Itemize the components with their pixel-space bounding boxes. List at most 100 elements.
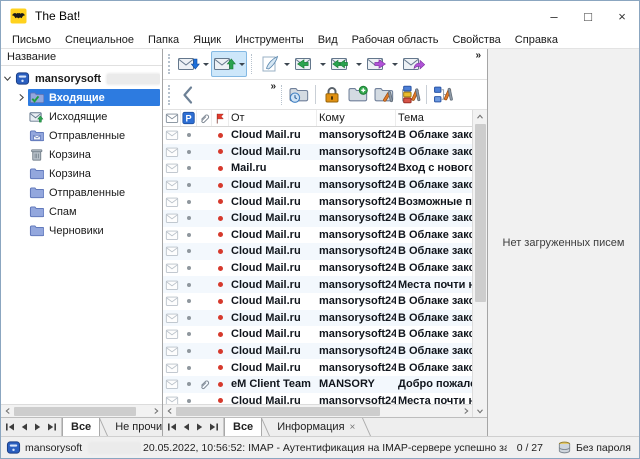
tree-tools-button[interactable] bbox=[430, 83, 456, 107]
menu-item-5[interactable]: Вид bbox=[311, 34, 345, 46]
next-tab-icon[interactable] bbox=[32, 421, 44, 433]
message-row-4[interactable]: Cloud Mail.rumansorysoft24...В Облаке за… bbox=[163, 177, 472, 194]
toolbar-drag-handle[interactable] bbox=[168, 54, 170, 74]
prev-tab-icon[interactable] bbox=[180, 421, 192, 433]
compose-button-dropdown[interactable] bbox=[282, 52, 291, 76]
account-row[interactable]: mansorysoft bbox=[1, 69, 162, 88]
column-to[interactable]: Кому bbox=[317, 110, 396, 126]
menu-item-4[interactable]: Инструменты bbox=[228, 34, 311, 46]
message-row-6[interactable]: Cloud Mail.rumansorysoft24...В Облаке за… bbox=[163, 210, 472, 227]
toolbar-overflow-chevron[interactable]: » bbox=[270, 81, 275, 92]
folder-clock-button[interactable] bbox=[286, 83, 312, 107]
vscroll-thumb[interactable] bbox=[475, 124, 486, 302]
scroll-left-icon[interactable] bbox=[163, 405, 176, 417]
message-row-15[interactable]: Cloud Mail.rumansorysoft24...В Облаке за… bbox=[163, 359, 472, 376]
message-row-14[interactable]: Cloud Mail.rumansorysoft24...В Облаке за… bbox=[163, 343, 472, 360]
folder-row-отправленные[interactable]: Отправленные bbox=[1, 183, 162, 202]
folder-column-header[interactable]: Название bbox=[1, 49, 162, 66]
toolbar-overflow-chevron[interactable]: » bbox=[475, 50, 480, 61]
folder-item[interactable]: Входящие bbox=[28, 89, 160, 106]
redirect-button[interactable] bbox=[400, 51, 427, 77]
reply-all-button-dropdown[interactable] bbox=[354, 52, 363, 76]
reply-button-dropdown[interactable] bbox=[318, 52, 327, 76]
lock-button[interactable] bbox=[319, 83, 345, 107]
scroll-up-icon[interactable] bbox=[475, 110, 485, 123]
folder-item[interactable]: Корзина bbox=[28, 165, 160, 182]
column-envelope-icon[interactable] bbox=[163, 110, 181, 126]
compose-button[interactable] bbox=[256, 51, 292, 77]
message-row-3[interactable]: Mail.rumansorysoft24...Вход с нового у bbox=[163, 160, 472, 177]
column-attachment-icon[interactable] bbox=[197, 110, 212, 126]
menu-item-6[interactable]: Рабочая область bbox=[345, 34, 446, 46]
folder-row-входящие[interactable]: Входящие bbox=[1, 88, 162, 107]
menu-item-7[interactable]: Свойства bbox=[445, 34, 507, 46]
folder-item[interactable]: Исходящие bbox=[28, 108, 160, 125]
folder-row-исходящие[interactable]: Исходящие bbox=[1, 107, 162, 126]
prev-tab-icon[interactable] bbox=[18, 421, 30, 433]
message-row-10[interactable]: Cloud Mail.rumansorysoft24...Места почти… bbox=[163, 276, 472, 293]
menu-item-0[interactable]: Письмо bbox=[5, 34, 58, 46]
tab-информация[interactable]: Информация× bbox=[269, 418, 363, 436]
folder-item[interactable]: mansorysoft bbox=[14, 70, 160, 87]
hscroll-thumb[interactable] bbox=[176, 407, 380, 416]
message-row-17[interactable]: Cloud Mail.rumansorysoft24...Места почти… bbox=[163, 393, 472, 405]
back-button[interactable]: » bbox=[175, 82, 277, 108]
folder-row-спам[interactable]: Спам bbox=[1, 202, 162, 221]
message-row-9[interactable]: Cloud Mail.rumansorysoft24...В Облаке за… bbox=[163, 260, 472, 277]
column-flag-icon[interactable] bbox=[212, 110, 229, 126]
message-row-11[interactable]: Cloud Mail.rumansorysoft24...В Облаке за… bbox=[163, 293, 472, 310]
folder-item[interactable]: Отправленные bbox=[28, 184, 160, 201]
folder-panel-hscrollbar[interactable] bbox=[1, 404, 162, 417]
folder-tools-button[interactable] bbox=[371, 83, 397, 107]
expander-down-icon[interactable] bbox=[1, 73, 14, 84]
hscroll-thumb[interactable] bbox=[14, 407, 136, 416]
expander-right-icon[interactable] bbox=[15, 92, 28, 103]
forward-button-dropdown[interactable] bbox=[390, 52, 399, 76]
last-tab-icon[interactable] bbox=[208, 421, 220, 433]
message-row-2[interactable]: Cloud Mail.rumansorysoft24...В Облаке за… bbox=[163, 144, 472, 161]
message-list-hscrollbar[interactable] bbox=[163, 404, 472, 417]
tab-все[interactable]: Все bbox=[224, 418, 262, 436]
scroll-left-icon[interactable] bbox=[1, 405, 14, 417]
minimize-button[interactable]: – bbox=[537, 1, 571, 31]
send-mail-button-dropdown[interactable] bbox=[237, 52, 246, 76]
maximize-button[interactable]: □ bbox=[571, 1, 605, 31]
scroll-right-icon[interactable] bbox=[149, 405, 162, 417]
message-row-13[interactable]: Cloud Mail.rumansorysoft24...В Облаке за… bbox=[163, 326, 472, 343]
get-mail-button[interactable] bbox=[175, 51, 211, 77]
folder-item[interactable]: Корзина bbox=[28, 146, 160, 163]
menu-item-2[interactable]: Папка bbox=[141, 34, 186, 46]
toolbar-drag-handle[interactable] bbox=[168, 85, 170, 105]
folder-item[interactable]: Черновики bbox=[28, 222, 160, 239]
first-tab-icon[interactable] bbox=[4, 421, 16, 433]
tab-не-прочитано[interactable]: Не прочитано× bbox=[107, 418, 162, 436]
column-subject[interactable]: Тема bbox=[396, 110, 472, 126]
next-tab-icon[interactable] bbox=[194, 421, 206, 433]
tab-close-icon[interactable]: × bbox=[350, 422, 356, 433]
message-row-5[interactable]: Cloud Mail.rumansorysoft24...Возможные п… bbox=[163, 193, 472, 210]
folder-item[interactable]: Отправленные bbox=[28, 127, 160, 144]
close-button[interactable]: × bbox=[605, 1, 639, 31]
scroll-right-icon[interactable] bbox=[459, 405, 472, 417]
last-tab-icon[interactable] bbox=[46, 421, 58, 433]
menu-item-8[interactable]: Справка bbox=[508, 34, 565, 46]
folder-row-корзина[interactable]: Корзина bbox=[1, 145, 162, 164]
message-row-12[interactable]: Cloud Mail.rumansorysoft24...В Облаке за… bbox=[163, 310, 472, 327]
scroll-down-icon[interactable] bbox=[475, 404, 485, 417]
tab-все[interactable]: Все bbox=[62, 418, 100, 436]
message-row-16[interactable]: eM Client TeamMANSORYДобро пожалов bbox=[163, 376, 472, 393]
folders-tools-button[interactable] bbox=[397, 83, 423, 107]
folder-row-отправленные[interactable]: Отправленные bbox=[1, 126, 162, 145]
message-list-vscrollbar[interactable] bbox=[472, 110, 487, 417]
reply-all-button[interactable] bbox=[328, 51, 364, 77]
folder-row-корзина[interactable]: Корзина bbox=[1, 164, 162, 183]
folder-row-черновики[interactable]: Черновики bbox=[1, 221, 162, 240]
message-row-7[interactable]: Cloud Mail.rumansorysoft24...В Облаке за… bbox=[163, 227, 472, 244]
first-tab-icon[interactable] bbox=[166, 421, 178, 433]
column-from[interactable]: От bbox=[229, 110, 317, 126]
forward-button[interactable] bbox=[364, 51, 400, 77]
get-mail-button-dropdown[interactable] bbox=[201, 52, 210, 76]
message-row-1[interactable]: Cloud Mail.rumansorysoft24...В Облаке за… bbox=[163, 127, 472, 144]
folder-item[interactable]: Спам bbox=[28, 203, 160, 220]
reply-button[interactable] bbox=[292, 51, 328, 77]
